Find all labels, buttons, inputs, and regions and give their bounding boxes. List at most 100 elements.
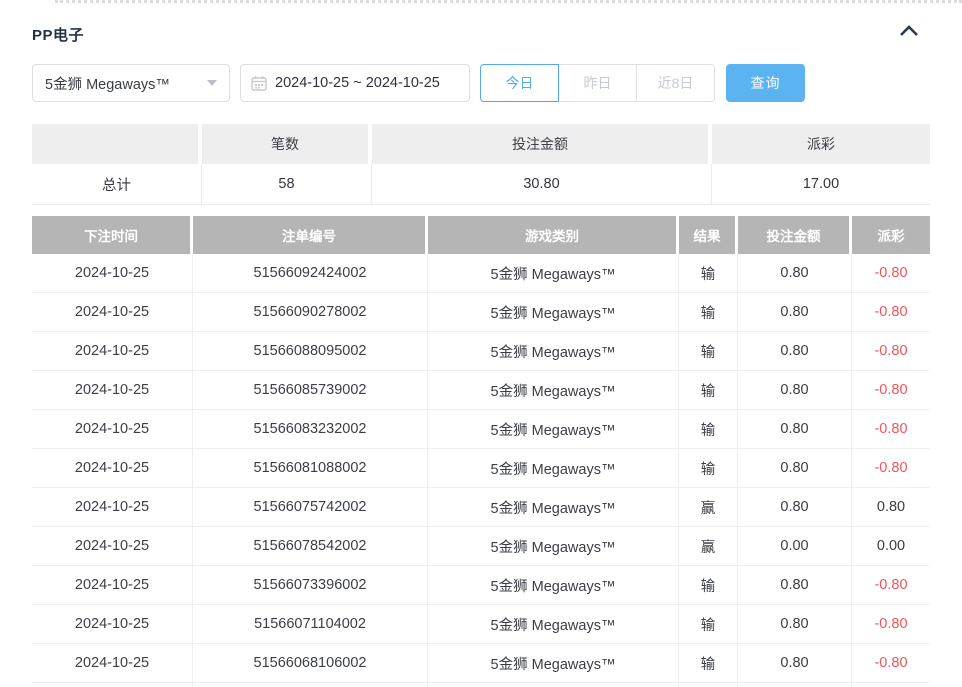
cell-bet-amount: 0.80 bbox=[738, 683, 852, 687]
cell-bet-amount: 0.00 bbox=[738, 527, 852, 565]
summary-header-count: 笔数 bbox=[202, 124, 368, 164]
cell-payout: 0.80 bbox=[852, 488, 930, 526]
cell-payout: -0.80 bbox=[852, 293, 930, 331]
cell-bet-time: 2024-10-25 bbox=[32, 449, 193, 487]
cell-bet-amount: 0.80 bbox=[738, 293, 852, 331]
cell-bet-amount: 0.80 bbox=[738, 371, 852, 409]
summary-total-count: 58 bbox=[202, 164, 372, 204]
table-row: 2024-10-25 51566088095002 5金狮 Megaways™ … bbox=[32, 332, 930, 371]
table-row: 2024-10-25 51566085739002 5金狮 Megaways™ … bbox=[32, 371, 930, 410]
table-row: 2024-10-25 51566090278002 5金狮 Megaways™ … bbox=[32, 293, 930, 332]
summary-table: 笔数 投注金额 派彩 总计 58 30.80 17.00 bbox=[32, 124, 930, 205]
table-row: 2024-10-25 51566083232002 5金狮 Megaways™ … bbox=[32, 410, 930, 449]
cell-bet-amount: 0.80 bbox=[738, 644, 852, 682]
header-payout: 派彩 bbox=[852, 216, 930, 254]
header-game-type: 游戏类别 bbox=[428, 216, 676, 254]
query-button[interactable]: 查询 bbox=[726, 64, 805, 102]
cell-result: 输 bbox=[679, 254, 738, 292]
cell-bet-id: 51566090278002 bbox=[193, 293, 428, 331]
game-select-value: 5金狮 Megaways™ bbox=[45, 73, 201, 94]
cell-payout: -0.80 bbox=[852, 371, 930, 409]
filter-controls: 5金狮 Megaways™ 2024-10-25 ~ 2024-10-25 bbox=[32, 64, 962, 102]
cell-result: 输 bbox=[679, 683, 738, 687]
cell-payout: -0.80 bbox=[852, 605, 930, 643]
cell-game-type: 5金狮 Megaways™ bbox=[428, 449, 679, 487]
cell-game-type: 5金狮 Megaways™ bbox=[428, 410, 679, 448]
game-select[interactable]: 5金狮 Megaways™ bbox=[32, 64, 230, 102]
cell-bet-time: 2024-10-25 bbox=[32, 371, 193, 409]
cell-payout: -0.80 bbox=[852, 332, 930, 370]
cell-game-type: 5金狮 Megaways™ bbox=[428, 605, 679, 643]
cell-payout: -0.80 bbox=[852, 644, 930, 682]
cell-bet-id: 51566085739002 bbox=[193, 371, 428, 409]
cell-game-type: 5金狮 Megaways™ bbox=[428, 527, 679, 565]
cell-bet-time: 2024-10-25 bbox=[32, 605, 193, 643]
header-bet-time: 下注时间 bbox=[32, 216, 190, 254]
cell-bet-time: 2024-10-25 bbox=[32, 254, 193, 292]
cell-payout: -0.80 bbox=[852, 254, 930, 292]
cell-bet-time: 2024-10-25 bbox=[32, 332, 193, 370]
cell-bet-time: 2024-10-25 bbox=[32, 293, 193, 331]
table-row: 2024-10-25 51566073396002 5金狮 Megaways™ … bbox=[32, 566, 930, 605]
collapse-button[interactable] bbox=[898, 22, 920, 40]
today-button[interactable]: 今日 bbox=[480, 64, 559, 102]
cell-result: 输 bbox=[679, 410, 738, 448]
cell-bet-amount: 0.80 bbox=[738, 566, 852, 604]
cell-result: 输 bbox=[679, 332, 738, 370]
summary-total-label: 总计 bbox=[32, 164, 202, 204]
calendar-icon bbox=[251, 75, 267, 91]
cell-bet-id: 51566083232002 bbox=[193, 410, 428, 448]
header-result: 结果 bbox=[679, 216, 735, 254]
panel-title: PP电子 bbox=[32, 24, 84, 45]
pp-electronic-panel: PP电子 5金狮 Megaways™ bbox=[0, 0, 962, 687]
cell-game-type: 5金狮 Megaways™ bbox=[428, 371, 679, 409]
cell-bet-amount: 0.80 bbox=[738, 332, 852, 370]
cell-bet-id: 51566071104002 bbox=[193, 605, 428, 643]
cell-game-type: 5金狮 Megaways™ bbox=[428, 488, 679, 526]
table-row: 2024-10-25 51566075742002 5金狮 Megaways™ … bbox=[32, 488, 930, 527]
cell-bet-amount: 0.80 bbox=[738, 410, 852, 448]
cell-bet-amount: 0.80 bbox=[738, 254, 852, 292]
cell-result: 输 bbox=[679, 371, 738, 409]
date-range-value: 2024-10-25 ~ 2024-10-25 bbox=[275, 75, 440, 91]
cell-bet-time: 2024-10-25 bbox=[32, 683, 193, 687]
summary-header-payout: 派彩 bbox=[712, 124, 930, 164]
bet-table-body: 2024-10-25 51566092424002 5金狮 Megaways™ … bbox=[32, 254, 930, 687]
summary-total-row: 总计 58 30.80 17.00 bbox=[32, 164, 930, 205]
cell-result: 输 bbox=[679, 449, 738, 487]
cell-bet-amount: 0.80 bbox=[738, 449, 852, 487]
cell-game-type: 5金狮 Megaways™ bbox=[428, 293, 679, 331]
header-bet-amount: 投注金额 bbox=[738, 216, 849, 254]
cell-bet-time: 2024-10-25 bbox=[32, 488, 193, 526]
cell-result: 输 bbox=[679, 644, 738, 682]
summary-total-payout: 17.00 bbox=[712, 164, 930, 204]
date-range-picker[interactable]: 2024-10-25 ~ 2024-10-25 bbox=[240, 64, 470, 102]
cell-bet-id: 51566092424002 bbox=[193, 254, 428, 292]
cell-bet-id: 51566088095002 bbox=[193, 332, 428, 370]
summary-header-row: 笔数 投注金额 派彩 bbox=[32, 124, 930, 164]
cell-bet-amount: 0.80 bbox=[738, 488, 852, 526]
cell-game-type: 5金狮 Megaways™ bbox=[428, 683, 679, 687]
summary-header-blank bbox=[32, 124, 198, 164]
cell-bet-time: 2024-10-25 bbox=[32, 644, 193, 682]
cell-result: 赢 bbox=[679, 488, 738, 526]
top-dashed-divider bbox=[55, 0, 962, 3]
cell-payout: -0.80 bbox=[852, 566, 930, 604]
cell-payout: 0.00 bbox=[852, 527, 930, 565]
summary-total-bet-amount: 30.80 bbox=[372, 164, 712, 204]
cell-bet-id: 51566073396002 bbox=[193, 566, 428, 604]
quick-range-group: 今日 昨日 近8日 bbox=[480, 64, 715, 102]
cell-result: 输 bbox=[679, 605, 738, 643]
table-row: 2024-10-25 51566065992002 5金狮 Megaways™ … bbox=[32, 683, 930, 687]
table-row: 2024-10-25 51566071104002 5金狮 Megaways™ … bbox=[32, 605, 930, 644]
cell-bet-id: 51566065992002 bbox=[193, 683, 428, 687]
cell-game-type: 5金狮 Megaways™ bbox=[428, 332, 679, 370]
yesterday-button[interactable]: 昨日 bbox=[558, 64, 637, 102]
cell-result: 输 bbox=[679, 566, 738, 604]
last-8-days-button[interactable]: 近8日 bbox=[636, 64, 715, 102]
bet-table-header-row: 下注时间 注单编号 游戏类别 结果 投注金额 派彩 bbox=[32, 216, 930, 254]
header-bet-id: 注单编号 bbox=[193, 216, 425, 254]
cell-payout: -0.80 bbox=[852, 410, 930, 448]
cell-game-type: 5金狮 Megaways™ bbox=[428, 566, 679, 604]
chevron-up-icon bbox=[899, 25, 919, 37]
